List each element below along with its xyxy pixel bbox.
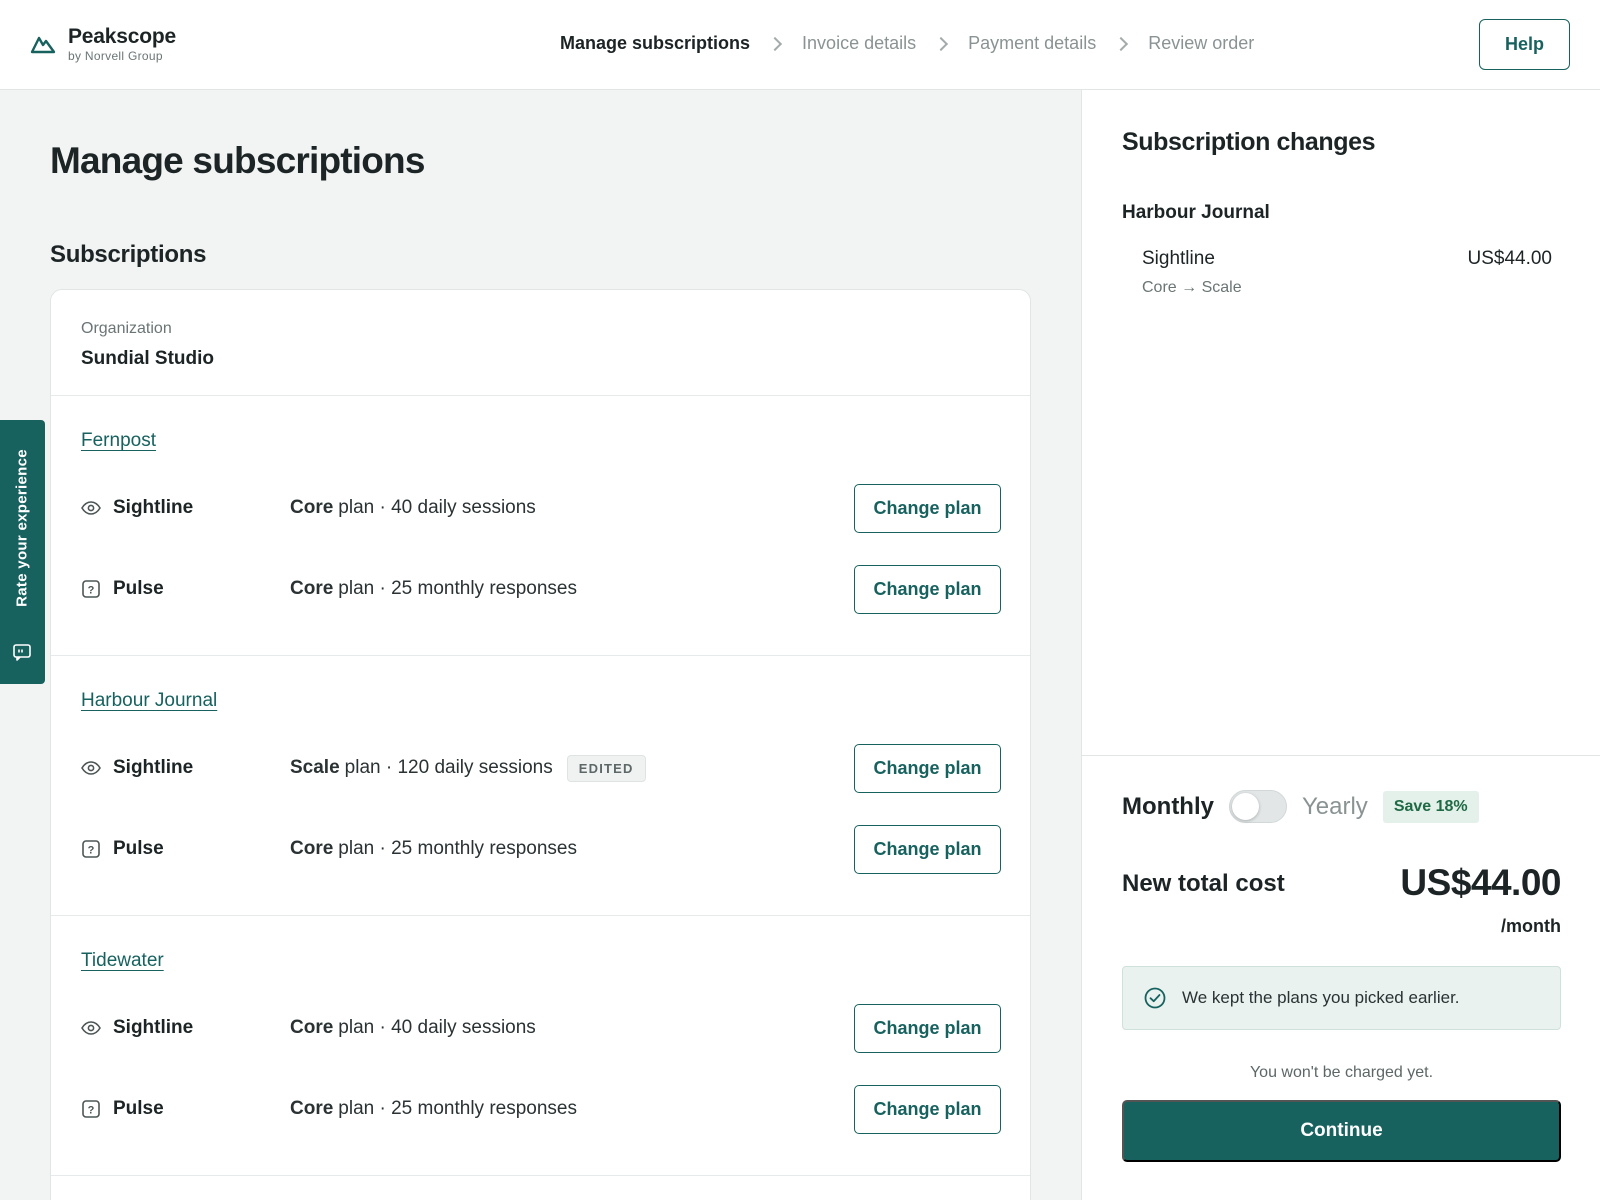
product-name: Pulse: [113, 1098, 164, 1119]
product-name: Sightline: [113, 497, 194, 518]
group-link-tidewater[interactable]: Tidewater: [81, 950, 164, 972]
organization-header: Organization Sundial Studio: [51, 290, 1030, 396]
plan-description: Scale plan · 120 daily sessions EDITED: [290, 754, 646, 782]
billing-monthly-label: Monthly: [1122, 792, 1214, 820]
toggle-knob: [1231, 793, 1259, 820]
feedback-tab[interactable]: Rate your experience: [0, 420, 45, 684]
savings-badge: Save 18%: [1382, 790, 1479, 823]
section-title: Subscriptions: [50, 241, 207, 268]
plan-description: Core plan · 40 daily sessions: [290, 1017, 536, 1039]
subscription-row: Sightline Scale plan · 120 daily session…: [81, 743, 1001, 793]
step-review-order[interactable]: Review order: [1148, 33, 1254, 54]
change-plan-button[interactable]: Change plan: [854, 564, 1001, 614]
page-title: Manage subscriptions: [50, 140, 425, 181]
summary-organization: Harbour Journal: [1122, 202, 1270, 223]
plan-detail: plan · 40 daily sessions: [338, 1017, 536, 1038]
product-name: Sightline: [113, 757, 194, 778]
product-name: Sightline: [113, 1017, 194, 1038]
change-plan-button[interactable]: Change plan: [854, 483, 1001, 533]
plan-tier: Core: [290, 1098, 334, 1119]
svg-text:?: ?: [88, 1105, 95, 1117]
plan-tier: Scale: [290, 757, 340, 778]
change-price: US$44.00: [1467, 248, 1552, 269]
main-content: Manage subscriptions Subscriptions Organ…: [0, 90, 1081, 1200]
feedback-label: Rate your experience: [13, 449, 31, 607]
brand-name: Peakscope: [68, 25, 176, 48]
plan-detail: plan · 120 daily sessions: [344, 757, 553, 778]
mountain-logo-icon: [30, 36, 56, 54]
plan-detail: plan · 25 monthly responses: [338, 838, 577, 859]
notice-text: We kept the plans you picked earlier.: [1182, 988, 1460, 1007]
change-line-item: Sightline Core → Scale US$44.00: [1142, 248, 1552, 297]
continue-button[interactable]: Continue: [1122, 1100, 1561, 1162]
group-link-harbour-journal[interactable]: Harbour Journal: [81, 690, 217, 712]
chat-bubble-icon: [13, 644, 31, 661]
change-plan-button[interactable]: Change plan: [854, 824, 1001, 874]
summary-footer: Monthly Yearly Save 18% New total cost U…: [1082, 755, 1600, 1200]
question-square-icon: ?: [81, 1099, 101, 1119]
total-period: /month: [1501, 916, 1561, 936]
organization-name: Sundial Studio: [81, 348, 214, 369]
step-payment-details[interactable]: Payment details: [968, 33, 1096, 54]
billing-period: Monthly Yearly Save 18%: [1122, 790, 1479, 823]
group-link-fernpost[interactable]: Fernpost: [81, 430, 156, 452]
charge-note: You won't be charged yet.: [1249, 1064, 1434, 1081]
plan-tier: Core: [290, 497, 334, 518]
eye-icon: [81, 498, 101, 518]
subscription-group: Fernpost Sightline Core plan · 40 daily …: [51, 396, 1030, 656]
plan-detail: plan · 40 daily sessions: [338, 497, 536, 518]
question-square-icon: ?: [81, 579, 101, 599]
eye-icon: [81, 758, 101, 778]
plan-description: Core plan · 25 monthly responses: [290, 1098, 577, 1120]
total-amount: US$44.00: [1400, 862, 1561, 903]
plan-description: Core plan · 25 monthly responses: [290, 838, 577, 860]
plan-detail: plan · 25 monthly responses: [338, 578, 577, 599]
checkout-steps: Manage subscriptions Invoice details Pay…: [560, 33, 1254, 54]
question-square-icon: ?: [81, 839, 101, 859]
change-plan-button[interactable]: Change plan: [854, 1003, 1001, 1053]
subscription-row: Sightline Core plan · 40 daily sessions …: [81, 483, 1001, 533]
info-notice: We kept the plans you picked earlier.: [1122, 966, 1561, 1030]
top-header: Peakscope by Norvell Group Manage subscr…: [0, 0, 1600, 90]
plan-detail: plan · 25 monthly responses: [338, 1098, 577, 1119]
subscriptions-card: Organization Sundial Studio Fernpost Sig…: [50, 289, 1031, 1200]
step-manage-subscriptions[interactable]: Manage subscriptions: [560, 33, 750, 54]
edited-badge: EDITED: [566, 754, 646, 782]
eye-icon: [81, 1018, 101, 1038]
plan-tier: Core: [290, 1017, 334, 1038]
subscription-group: Harbour Journal Sightline Scale plan · 1…: [51, 656, 1030, 916]
subscription-row: ? Pulse Core plan · 25 monthly responses…: [81, 564, 1001, 614]
billing-yearly-label: Yearly: [1301, 792, 1368, 820]
order-summary-panel: Subscription changes Harbour Journal Sig…: [1081, 90, 1600, 1200]
svg-text:?: ?: [88, 845, 95, 857]
subscription-group: Tidewater Sightline Core plan · 40 daily…: [51, 916, 1030, 1176]
plan-description: Core plan · 40 daily sessions: [290, 497, 536, 519]
plan-tier: Core: [290, 838, 334, 859]
total-label: New total cost: [1122, 870, 1285, 897]
step-invoice-details[interactable]: Invoice details: [802, 33, 916, 54]
help-button[interactable]: Help: [1479, 19, 1570, 70]
product-name: Pulse: [113, 578, 164, 599]
billing-period-toggle[interactable]: [1228, 790, 1287, 823]
change-transition: Core → Scale: [1142, 279, 1242, 296]
brand-subtitle: by Norvell Group: [68, 49, 163, 63]
organization-label: Organization: [81, 320, 172, 337]
summary-title: Subscription changes: [1122, 128, 1376, 156]
plan-description: Core plan · 25 monthly responses: [290, 578, 577, 600]
plan-tier: Core: [290, 578, 334, 599]
product-name: Pulse: [113, 838, 164, 859]
check-circle-icon: [1144, 987, 1166, 1009]
svg-text:?: ?: [88, 585, 95, 597]
subscription-row: ? Pulse Core plan · 25 monthly responses…: [81, 824, 1001, 874]
subscription-row: ? Pulse Core plan · 25 monthly responses…: [81, 1084, 1001, 1134]
chevron-right-icon: [934, 36, 949, 51]
brand-text: Peakscope by Norvell Group: [68, 26, 176, 62]
change-plan-button[interactable]: Change plan: [854, 743, 1001, 793]
chevron-right-icon: [1114, 36, 1129, 51]
chevron-right-icon: [767, 36, 783, 51]
subscription-row: Sightline Core plan · 40 daily sessions …: [81, 1003, 1001, 1053]
change-plan-button[interactable]: Change plan: [854, 1084, 1001, 1134]
brand[interactable]: Peakscope by Norvell Group: [30, 26, 176, 62]
